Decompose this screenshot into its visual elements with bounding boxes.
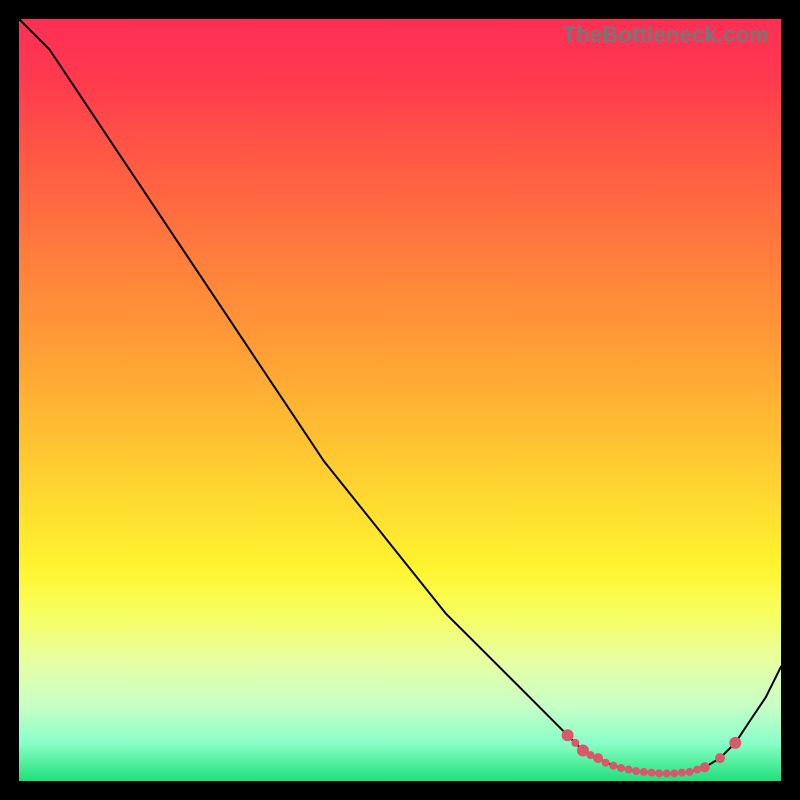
highlight-dot — [602, 759, 610, 767]
highlight-dot — [609, 762, 617, 770]
chart-frame: TheBottleneck.com — [0, 0, 800, 800]
highlight-dot — [571, 739, 579, 747]
highlight-dot — [686, 768, 694, 776]
highlight-dot — [678, 769, 686, 777]
highlight-dot — [593, 753, 603, 763]
highlight-dot — [648, 769, 656, 777]
curve-svg — [19, 19, 781, 781]
highlight-dot — [700, 762, 710, 772]
highlight-dot — [632, 767, 640, 775]
highlight-dot — [663, 769, 671, 777]
highlight-dot — [715, 753, 725, 763]
highlight-dot — [562, 729, 574, 741]
highlight-dot — [655, 769, 663, 777]
highlight-dot — [640, 768, 648, 776]
highlight-dot — [617, 764, 625, 772]
highlight-dot — [729, 737, 741, 749]
highlight-dot — [625, 766, 633, 774]
highlight-dot — [670, 769, 678, 777]
bottleneck-curve — [19, 19, 781, 773]
plot-area: TheBottleneck.com — [19, 19, 781, 781]
highlight-dots — [562, 729, 742, 777]
